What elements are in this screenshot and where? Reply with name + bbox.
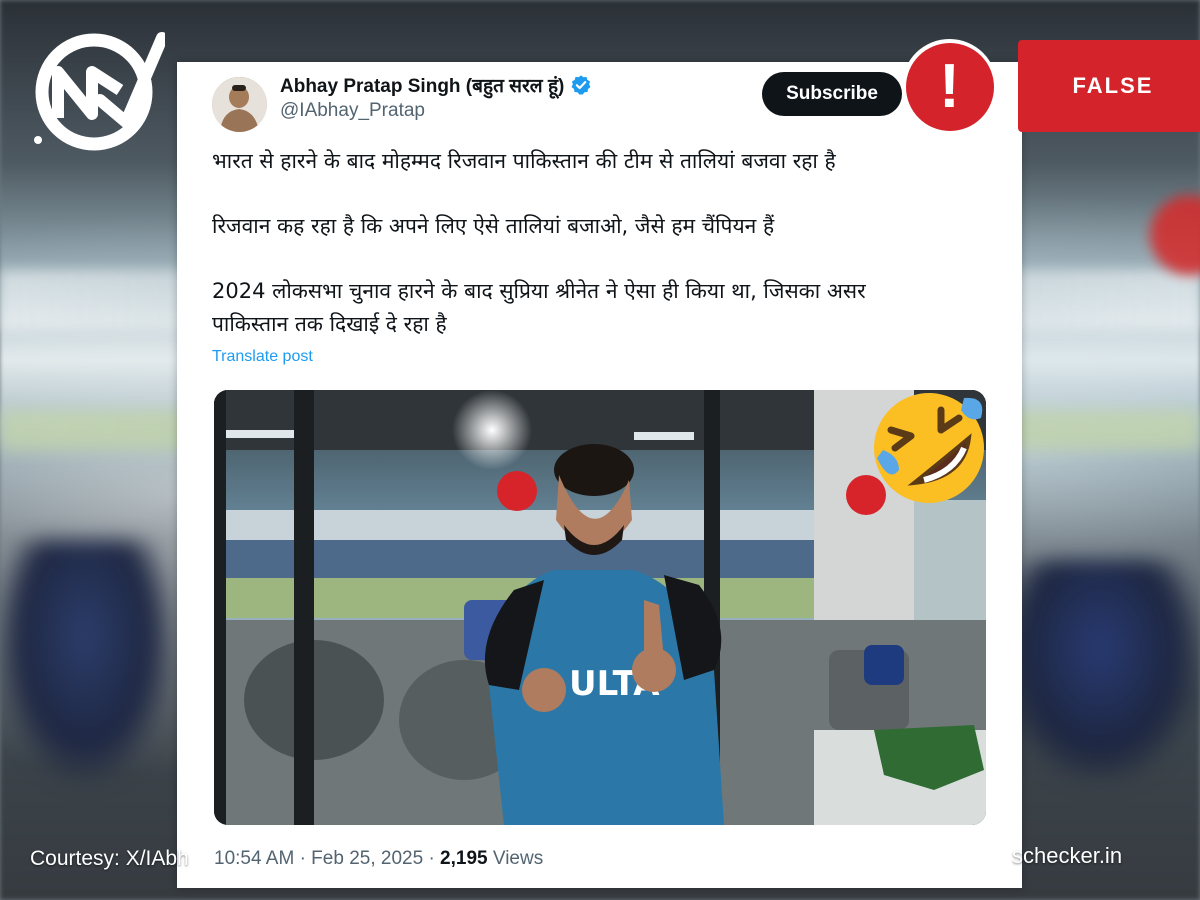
- alert-icon: !: [902, 39, 997, 134]
- author-name[interactable]: Abhay Pratap Singh (बहुत सरल हूं): [280, 72, 592, 98]
- verified-icon: [571, 75, 591, 95]
- tweet-text-line-2: रिजवान कह रहा है कि अपने लिए ऐसे तालियां…: [212, 214, 775, 238]
- tweet-text-line-3: 2024 लोकसभा चुनाव हारने के बाद सुप्रिया …: [212, 279, 866, 303]
- background-figure-left: [0, 540, 170, 780]
- tweet-text-line-1: भारत से हारने के बाद मोहम्मद रिजवान पाकि…: [212, 149, 836, 173]
- tweet-video[interactable]: ULTA: [214, 390, 986, 825]
- tweet-text: भारत से हारने के बाद मोहम्मद रिजवान पाकि…: [212, 145, 982, 341]
- tweet-date[interactable]: Feb 25, 2025: [311, 848, 423, 869]
- translate-post-link[interactable]: Translate post: [212, 348, 313, 366]
- verdict-badge: FALSE: [1018, 40, 1200, 132]
- author-handle[interactable]: @IAbhay_Pratap: [280, 100, 425, 122]
- alert-symbol: !: [905, 42, 994, 131]
- views-count: 2,195: [440, 848, 488, 869]
- newschecker-logo-icon: [34, 32, 165, 151]
- meta-separator-1: ·: [299, 848, 312, 869]
- views-label: Views: [492, 848, 544, 869]
- tweet-meta: 10:54 AM · Feb 25, 2025 · 2,195 Views: [214, 848, 543, 870]
- meta-separator-2: ·: [428, 848, 441, 869]
- tweet-text-line-4: पाकिस्तान तक दिखाई दे रहा है: [212, 312, 447, 336]
- subscribe-button[interactable]: Subscribe: [762, 72, 902, 116]
- courtesy-caption: Courtesy: X/IAbh: [30, 847, 189, 870]
- avatar[interactable]: [212, 77, 267, 132]
- author-name-text[interactable]: Abhay Pratap Singh (बहुत सरल हूं): [280, 72, 564, 98]
- laughing-emoji-icon: [874, 393, 984, 503]
- source-domain: schecker.in: [1012, 843, 1123, 868]
- background-figure-right: [1000, 560, 1200, 780]
- tweet-time[interactable]: 10:54 AM: [214, 848, 294, 869]
- tweet-card: Abhay Pratap Singh (बहुत सरल हूं) @IAbha…: [177, 62, 1022, 888]
